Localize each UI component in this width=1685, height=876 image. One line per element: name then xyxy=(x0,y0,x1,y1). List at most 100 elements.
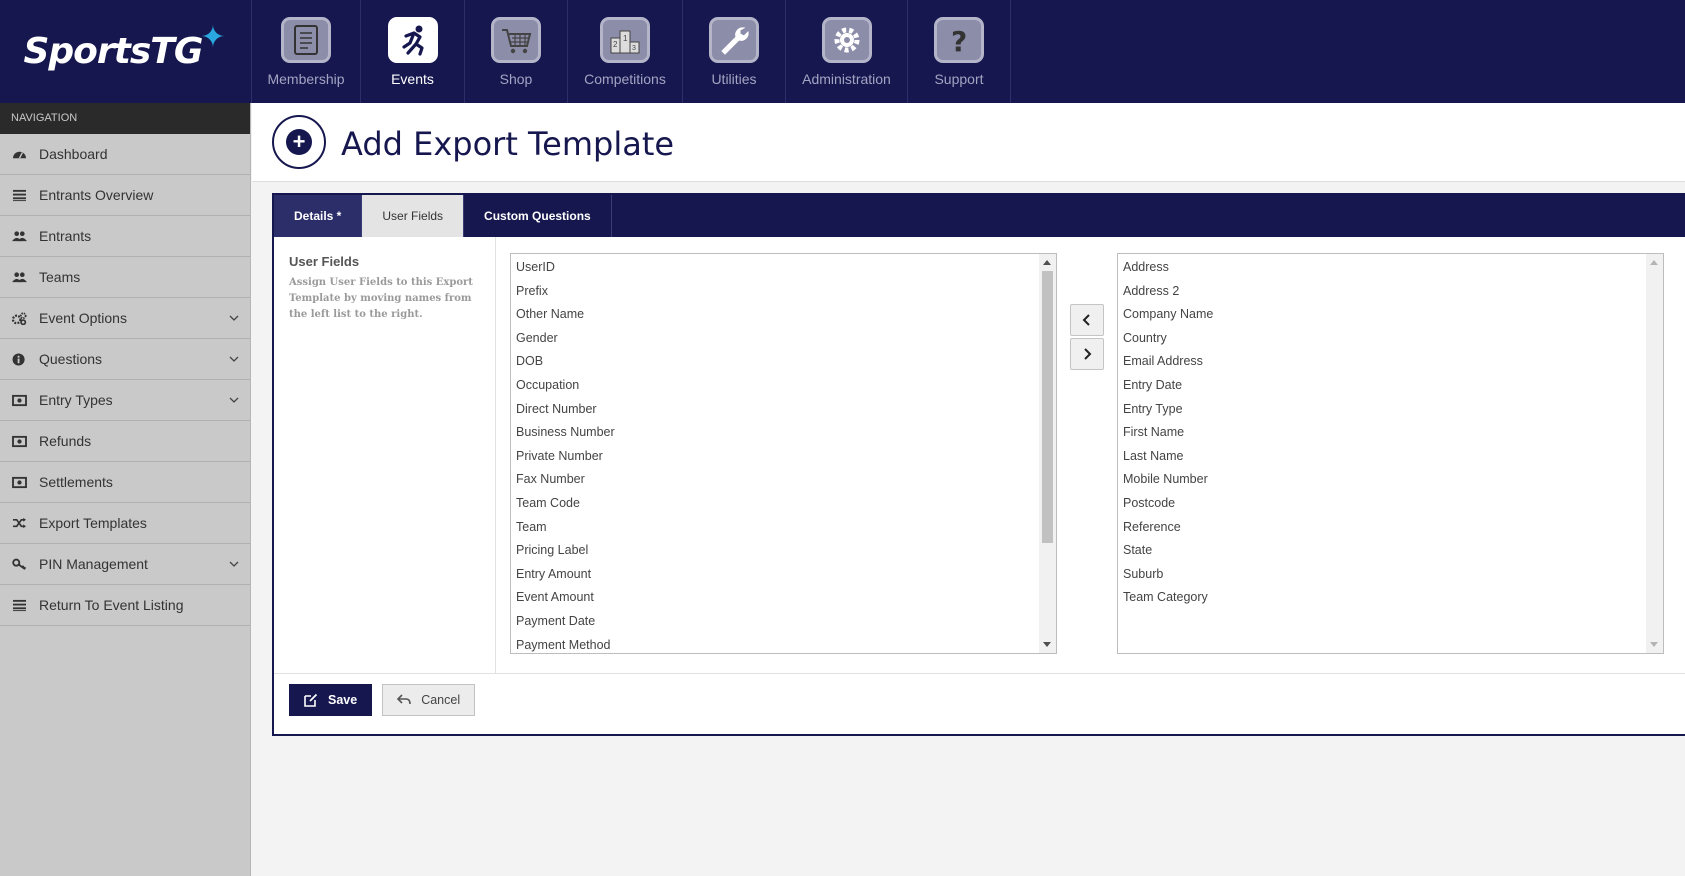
sidebar-item-entry-types[interactable]: Entry Types xyxy=(0,380,250,421)
sidebar-item-settlements[interactable]: Settlements xyxy=(0,462,250,503)
clipboard-icon xyxy=(281,17,331,63)
list-item[interactable]: Entry Date xyxy=(1118,374,1646,398)
move-left-button[interactable] xyxy=(1070,304,1104,336)
sidebar-item-dashboard[interactable]: Dashboard xyxy=(0,134,250,175)
svg-text:?: ? xyxy=(951,25,967,57)
sidebar-item-label: Dashboard xyxy=(39,146,108,162)
sidebar-item-label: Entrants xyxy=(39,228,92,244)
sidebar-item-refunds[interactable]: Refunds xyxy=(0,421,250,462)
module-support[interactable]: ? Support xyxy=(907,0,1011,103)
list-item[interactable]: Postcode xyxy=(1118,492,1646,516)
scrollbar[interactable] xyxy=(1039,254,1056,653)
available-fields-list[interactable]: UserID Prefix Other Name Gender DOB Occupatio… xyxy=(510,253,1057,654)
chevron-down-icon[interactable] xyxy=(228,394,240,406)
list-item[interactable]: Team xyxy=(511,516,1039,540)
sidebar-item-teams[interactable]: Teams xyxy=(0,257,250,298)
list-item[interactable]: Other Name xyxy=(511,303,1039,327)
chevron-down-icon[interactable] xyxy=(228,312,240,324)
list-item[interactable]: Email Address xyxy=(1118,350,1646,374)
scroll-up-arrow[interactable] xyxy=(1650,260,1658,265)
dashboard-icon xyxy=(11,147,27,161)
sidebar-item-label: Entry Types xyxy=(39,392,113,408)
list-item[interactable]: Reference xyxy=(1118,516,1646,540)
list-item[interactable]: Team Code xyxy=(511,492,1039,516)
cancel-button[interactable]: Cancel xyxy=(382,684,476,716)
list-item[interactable]: Gender xyxy=(511,327,1039,351)
section-description: Assign User Fields to this Export Templa… xyxy=(289,277,473,320)
module-events[interactable]: Events xyxy=(360,0,464,103)
tab-details[interactable]: Details * xyxy=(274,195,363,237)
edit-icon xyxy=(304,693,318,707)
save-button[interactable]: Save xyxy=(289,684,373,716)
list-item[interactable]: Country xyxy=(1118,327,1646,351)
sidebar-item-entrants[interactable]: Entrants xyxy=(0,216,250,257)
save-label: Save xyxy=(328,693,358,707)
sidebar-item-pin-management[interactable]: PIN Management xyxy=(0,544,250,585)
add-circle-icon: + xyxy=(272,115,326,169)
shuffle-icon xyxy=(11,516,27,530)
list-item[interactable]: Pricing Label xyxy=(511,539,1039,563)
logo-text: SportsTG xyxy=(23,31,203,72)
list-item[interactable]: Mobile Number xyxy=(1118,468,1646,492)
list-item[interactable]: Private Number xyxy=(511,445,1039,469)
scroll-down-arrow[interactable] xyxy=(1650,642,1658,647)
list-item[interactable]: Payment Date xyxy=(511,610,1039,634)
sidebar-item-label: PIN Management xyxy=(39,556,148,572)
page-header: + Add Export Template xyxy=(252,103,1685,182)
scroll-thumb[interactable] xyxy=(1042,271,1053,543)
module-label: Competitions xyxy=(584,71,666,87)
tab-bar: Details * User Fields Custom Questions xyxy=(274,195,1685,237)
runner-icon xyxy=(387,17,438,63)
list-item[interactable]: Company Name xyxy=(1118,303,1646,327)
sidebar-item-return-to-event-listing[interactable]: Return To Event Listing xyxy=(0,585,250,626)
module-membership[interactable]: Membership xyxy=(251,0,360,103)
module-utilities[interactable]: Utilities xyxy=(682,0,785,103)
list-item[interactable]: Fax Number xyxy=(511,468,1039,492)
scroll-up-arrow[interactable] xyxy=(1043,260,1051,265)
tab-user-fields[interactable]: User Fields xyxy=(362,195,465,237)
module-shop[interactable]: Shop xyxy=(464,0,567,103)
chevron-left-icon xyxy=(1082,314,1090,326)
sidebar: NAVIGATION Dashboard Entrants Overview Ent… xyxy=(0,103,251,876)
chevron-down-icon[interactable] xyxy=(228,558,240,570)
list-item[interactable]: Prefix xyxy=(511,280,1039,304)
money-icon xyxy=(11,475,27,489)
scroll-down-arrow[interactable] xyxy=(1043,642,1051,647)
list-item[interactable]: State xyxy=(1118,539,1646,563)
cart-icon xyxy=(491,17,541,63)
sidebar-item-label: Event Options xyxy=(39,310,127,326)
sidebar-item-label: Refunds xyxy=(39,433,92,449)
module-administration[interactable]: Administration xyxy=(785,0,907,103)
scrollbar[interactable] xyxy=(1646,254,1663,653)
logo[interactable]: SportsTG ✦ xyxy=(0,0,251,103)
module-competitions[interactable]: 1 2 3 Competitions xyxy=(567,0,682,103)
sidebar-item-export-templates[interactable]: Export Templates xyxy=(0,503,250,544)
list-item[interactable]: DOB xyxy=(511,350,1039,374)
list-item[interactable]: Occupation xyxy=(511,374,1039,398)
module-label: Membership xyxy=(267,71,345,87)
move-right-button[interactable] xyxy=(1070,338,1104,370)
list-item[interactable]: Suburb xyxy=(1118,563,1646,587)
gear-icon xyxy=(821,17,872,63)
list-item[interactable]: UserID xyxy=(511,256,1039,280)
list-item[interactable]: Entry Type xyxy=(1118,398,1646,422)
list-item[interactable]: Last Name xyxy=(1118,445,1646,469)
selected-fields-list[interactable]: Address Address 2 Company Name Country Email… xyxy=(1117,253,1664,654)
sidebar-item-event-options[interactable]: Event Options xyxy=(0,298,250,339)
list-item[interactable]: First Name xyxy=(1118,421,1646,445)
question-icon: ? xyxy=(934,17,984,63)
list-item[interactable]: Business Number xyxy=(511,421,1039,445)
sidebar-item-entrants-overview[interactable]: Entrants Overview xyxy=(0,175,250,216)
list-item[interactable]: Direct Number xyxy=(511,398,1039,422)
list-item[interactable]: Event Amount xyxy=(511,586,1039,610)
list-item[interactable]: Address 2 xyxy=(1118,280,1646,304)
tab-custom-questions[interactable]: Custom Questions xyxy=(464,195,612,237)
list-item[interactable]: Team Category xyxy=(1118,586,1646,610)
sidebar-item-questions[interactable]: Questions xyxy=(0,339,250,380)
chevron-down-icon[interactable] xyxy=(228,353,240,365)
list-item[interactable]: Entry Amount xyxy=(511,563,1039,587)
sidebar-item-label: Settlements xyxy=(39,474,113,490)
sidebar-item-label: Return To Event Listing xyxy=(39,597,184,613)
list-item[interactable]: Address xyxy=(1118,256,1646,280)
list-item[interactable]: Payment Method xyxy=(511,634,1039,654)
